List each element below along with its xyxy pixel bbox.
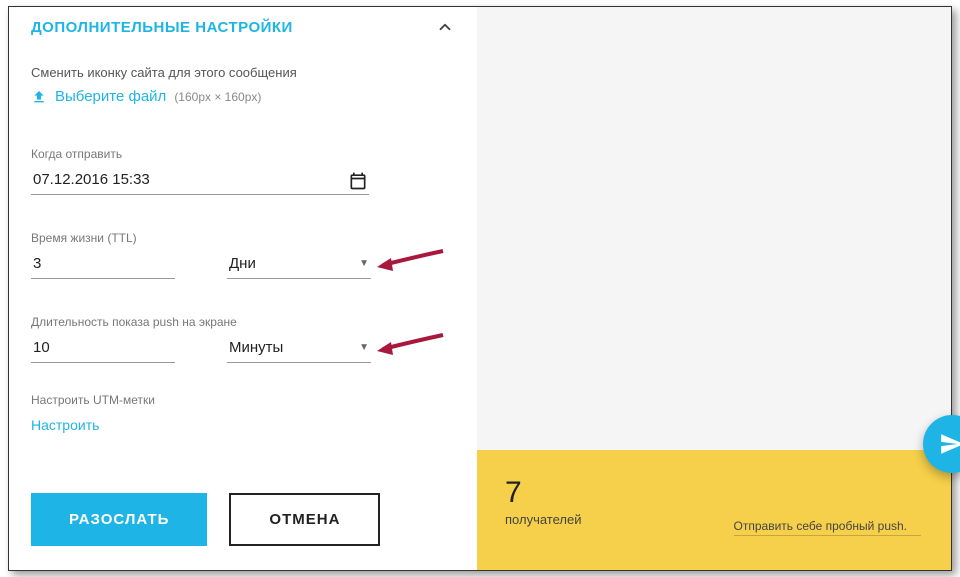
test-push-link[interactable]: Отправить себе пробный push. [734,519,921,536]
upload-icon [31,89,47,105]
ttl-value-input[interactable] [31,251,175,279]
recipients-label: получателей [505,512,581,527]
duration-value-input[interactable] [31,335,175,363]
dropdown-arrow-icon: ▼ [359,258,369,269]
ttl-label: Время жизни (TTL) [31,231,455,245]
schedule-label: Когда отправить [31,147,455,161]
file-upload-row[interactable]: Выберите файл (160px × 160px) [31,88,455,105]
ttl-row: Дни ▼ [31,251,455,279]
duration-label: Длительность показа push на экране [31,315,455,329]
date-row [31,167,369,195]
calendar-button[interactable] [347,170,369,192]
cancel-button[interactable]: ОТМЕНА [229,493,380,546]
send-icon [939,431,960,457]
left-panel: ДОПОЛНИТЕЛЬНЫЕ НАСТРОЙКИ Сменить иконку … [9,7,477,570]
ttl-unit-select[interactable]: Дни ▼ [227,251,371,279]
section-header[interactable]: ДОПОЛНИТЕЛЬНЫЕ НАСТРОЙКИ [31,7,455,51]
utm-configure-link[interactable]: Настроить [31,417,455,433]
footer-bar: 7 получателей Отправить себе пробный pus… [477,450,951,570]
duration-row: Минуты ▼ [31,335,455,363]
action-buttons-row: РАЗОСЛАТЬ ОТМЕНА [31,493,455,548]
duration-unit-value: Минуты [229,339,283,356]
file-upload-link[interactable]: Выберите файл [55,88,166,105]
recipients-count: 7 [505,478,581,508]
ttl-unit-value: Дни [229,255,256,272]
calendar-icon [348,171,368,191]
right-panel: 7 получателей Отправить себе пробный pus… [477,7,951,570]
dropdown-arrow-icon: ▼ [359,342,369,353]
chevron-up-icon[interactable] [435,17,455,37]
file-size-hint: (160px × 160px) [174,90,261,104]
duration-unit-select[interactable]: Минуты ▼ [227,335,371,363]
preview-area [477,7,951,450]
send-button[interactable]: РАЗОСЛАТЬ [31,493,207,546]
icon-change-label: Сменить иконку сайта для этого сообщения [31,65,455,80]
schedule-input[interactable] [31,167,347,194]
settings-frame: ДОПОЛНИТЕЛЬНЫЕ НАСТРОЙКИ Сменить иконку … [8,6,952,571]
section-title: ДОПОЛНИТЕЛЬНЫЕ НАСТРОЙКИ [31,19,293,36]
utm-label: Настроить UTM-метки [31,393,455,407]
recipients-block: 7 получателей [505,478,581,527]
